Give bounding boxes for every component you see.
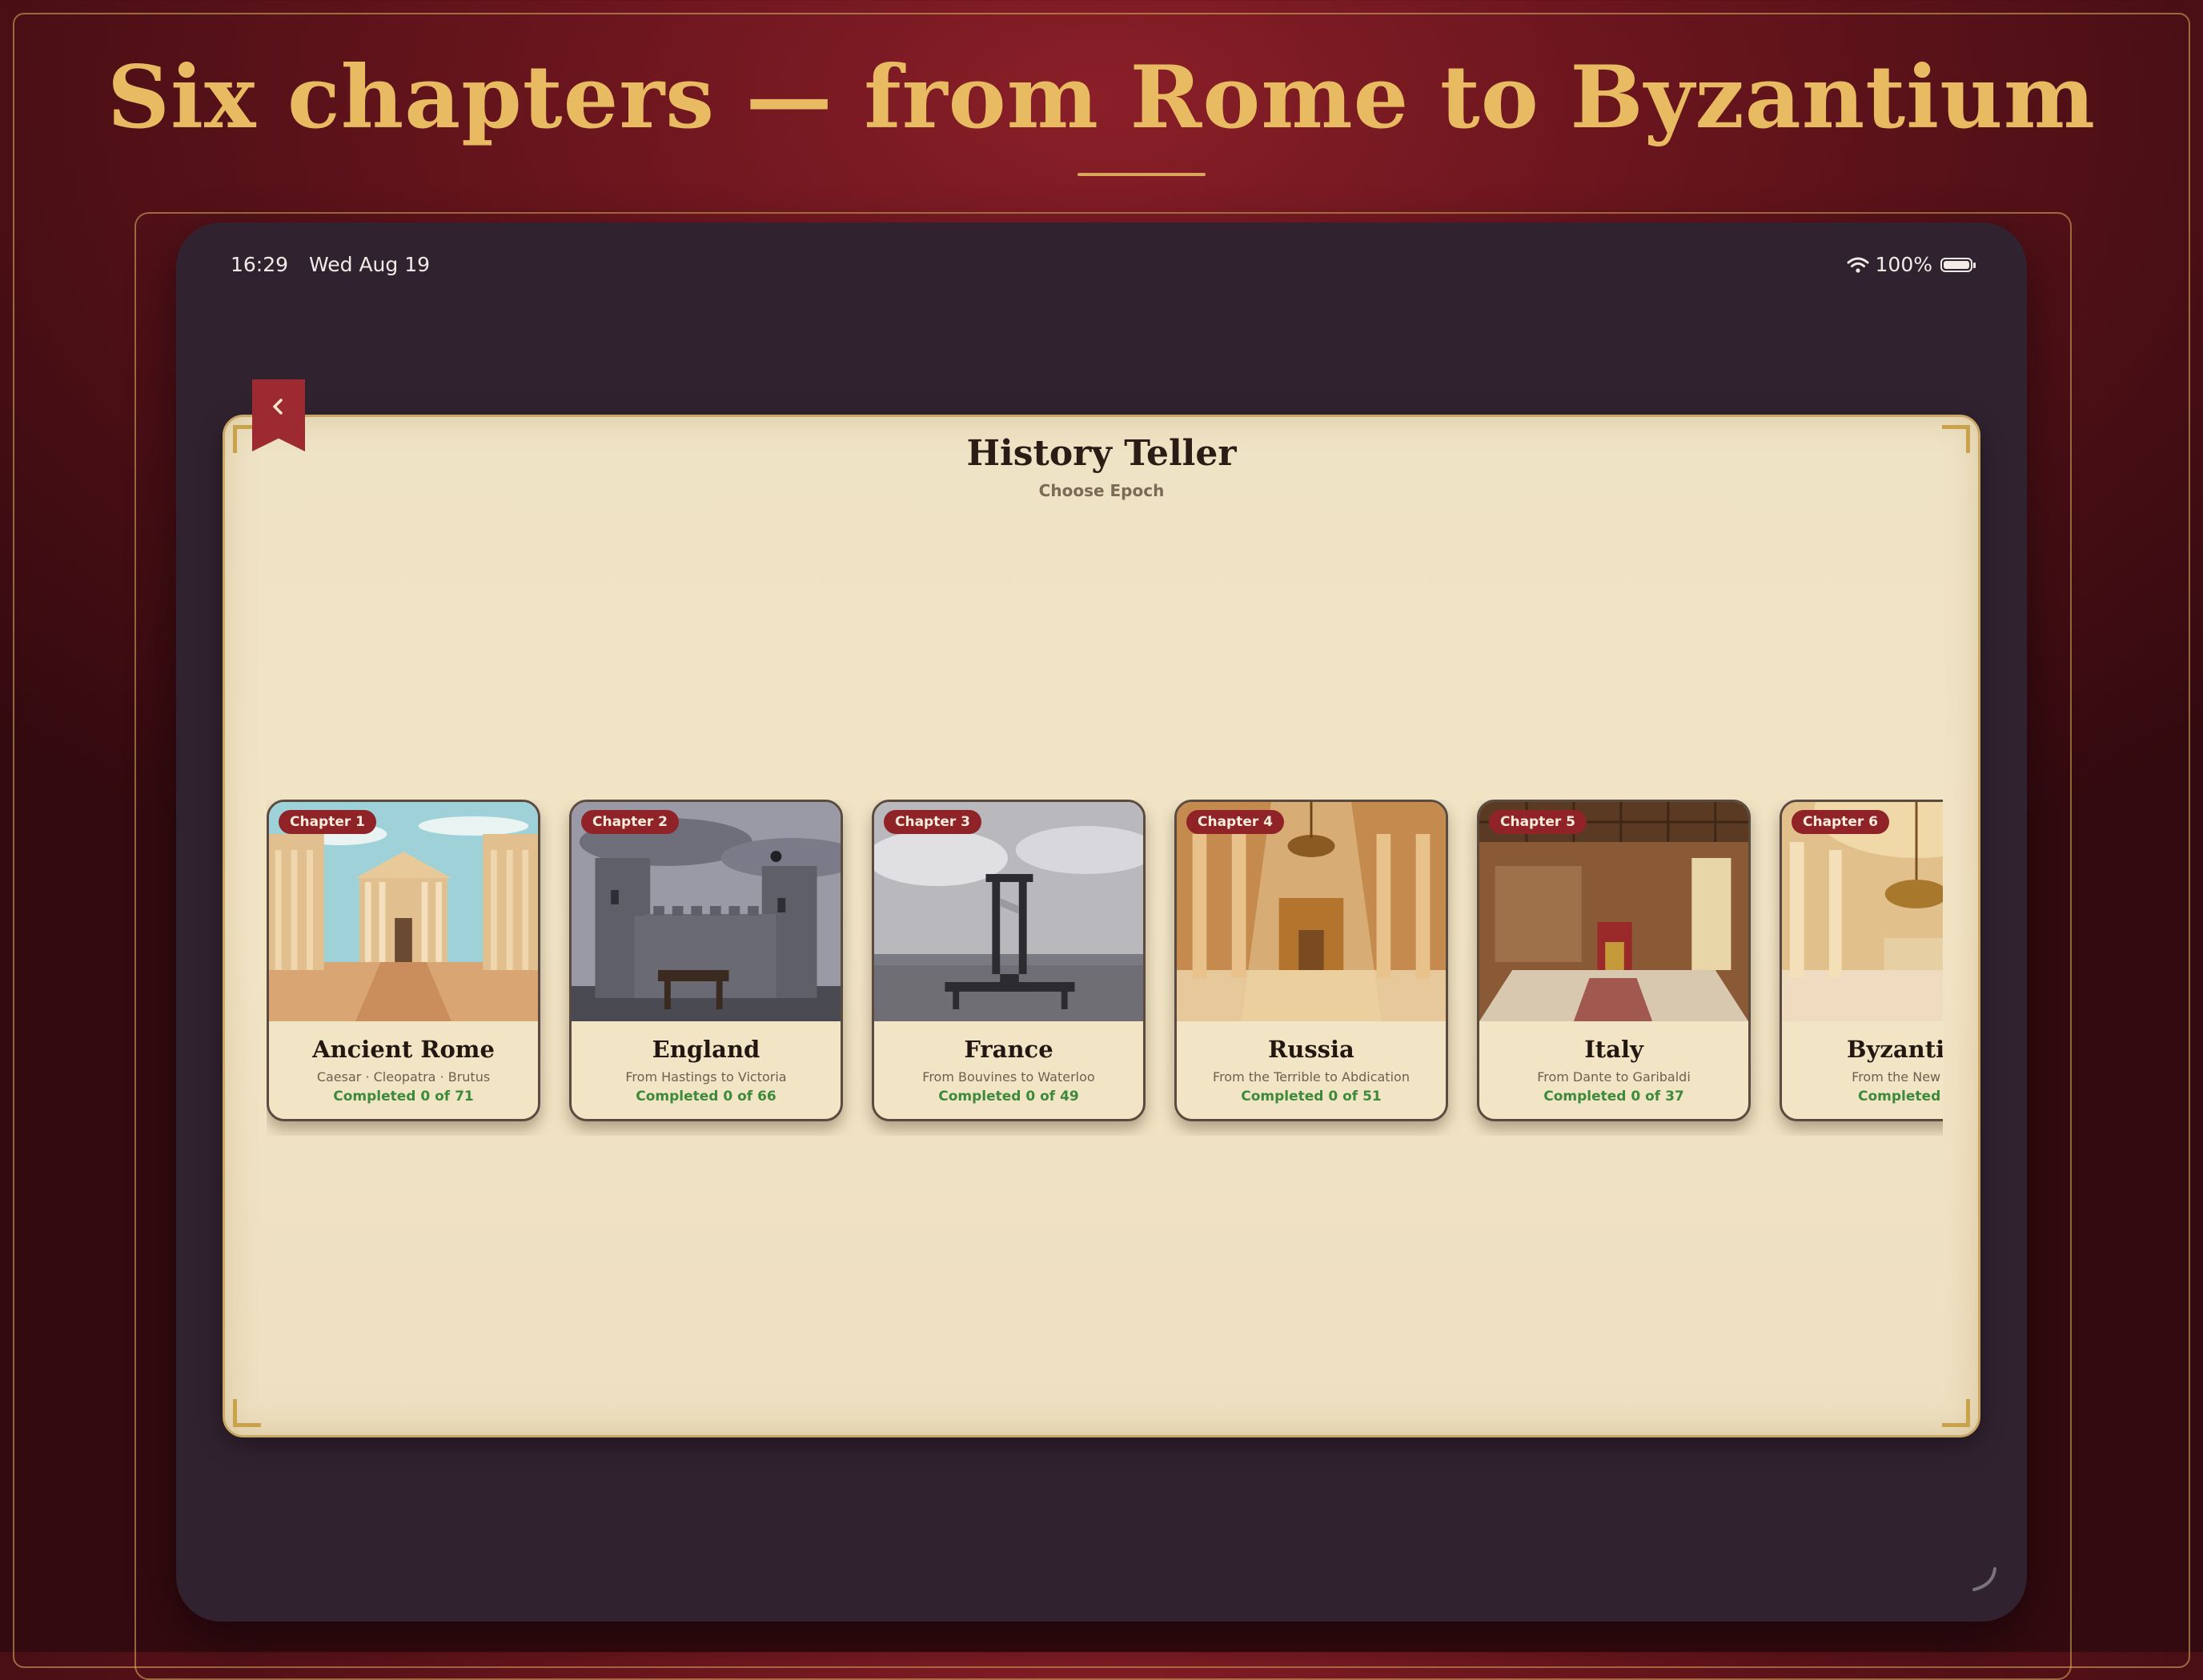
spinner-icon [1972, 1567, 1996, 1591]
chapter-title: Byzantium [1847, 1036, 1943, 1063]
chapter-image [874, 802, 1143, 1021]
chapter-image [1479, 802, 1748, 1021]
status-left: 16:29 Wed Aug 19 [231, 253, 444, 276]
chapter-title: Italy [1584, 1036, 1643, 1063]
epoch-panel: History Teller Choose Epoch Chapter 1 An… [223, 415, 1980, 1437]
chapter-progress: Completed 0 of 37 [1543, 1089, 1684, 1105]
chapter-subtitle: From the New Rome [1852, 1069, 1943, 1085]
chapter-title: England [652, 1036, 760, 1063]
chapter-title: Russia [1268, 1036, 1354, 1063]
chapter-badge: Chapter 4 [1186, 810, 1285, 834]
chapter-badge: Chapter 2 [581, 810, 680, 834]
chapter-card-france[interactable]: Chapter 3 France From Bouvines to Waterl… [872, 800, 1146, 1121]
chapter-progress: Completed 0 of 71 [333, 1089, 474, 1105]
chapter-badge: Chapter 3 [884, 810, 982, 834]
chapter-progress: Completed 0 of 49 [938, 1089, 1079, 1105]
tablet-device: 16:29 Wed Aug 19 100% History Teller Cho… [176, 223, 2027, 1622]
headline: Six chapters — from Rome to Byzantium [106, 47, 2097, 148]
chapter-card-byzantium[interactable]: Chapter 6 Byzantium From the New Rome Co… [1780, 800, 1943, 1121]
chapter-subtitle: From Dante to Garibaldi [1537, 1069, 1691, 1085]
status-date: Wed Aug 19 [309, 253, 431, 276]
chapter-card-ancient-rome[interactable]: Chapter 1 Ancient Rome Caesar · Cleopatr… [267, 800, 540, 1121]
app-subtitle: Choose Epoch [1038, 481, 1165, 500]
chapter-progress: Completed 0 of [1858, 1089, 1943, 1105]
status-right: 100% [1847, 253, 1976, 276]
chapter-badge: Chapter 6 [1792, 810, 1890, 834]
chapter-carousel[interactable]: Chapter 1 Ancient Rome Caesar · Cleopatr… [267, 800, 1943, 1136]
chapter-subtitle: From Hastings to Victoria [625, 1069, 787, 1085]
corner-ornament [233, 1399, 261, 1427]
status-time: 16:29 [231, 253, 289, 276]
chapter-title: France [964, 1036, 1053, 1063]
wifi-icon [1847, 257, 1869, 273]
chapter-progress: Completed 0 of 51 [1241, 1089, 1382, 1105]
chapter-image [1782, 802, 1943, 1021]
chapter-image [572, 802, 841, 1021]
chapter-card-england[interactable]: Chapter 2 England From Hastings to Victo… [569, 800, 843, 1121]
chapter-subtitle: From the Terrible to Abdication [1213, 1069, 1410, 1085]
chapter-subtitle: From Bouvines to Waterloo [922, 1069, 1095, 1085]
app-title: History Teller [966, 433, 1237, 474]
corner-ornament [1942, 1399, 1970, 1427]
chapter-image [269, 802, 538, 1021]
chapter-card-russia[interactable]: Chapter 4 Russia From the Terrible to Ab… [1174, 800, 1448, 1121]
status-bar: 16:29 Wed Aug 19 100% [231, 253, 1976, 285]
battery-percent: 100% [1875, 253, 1932, 276]
battery-icon [1940, 257, 1976, 272]
chapter-image [1177, 802, 1446, 1021]
chapter-card-italy[interactable]: Chapter 5 Italy From Dante to Garibaldi … [1477, 800, 1751, 1121]
chapter-subtitle: Caesar · Cleopatra · Brutus [316, 1069, 491, 1085]
headline-divider [1077, 173, 1206, 176]
chapter-badge: Chapter 5 [1489, 810, 1587, 834]
chevron-left-icon [273, 399, 283, 415]
chapter-title: Ancient Rome [312, 1036, 495, 1063]
chapter-progress: Completed 0 of 66 [636, 1089, 776, 1105]
chapter-badge: Chapter 1 [279, 810, 377, 834]
